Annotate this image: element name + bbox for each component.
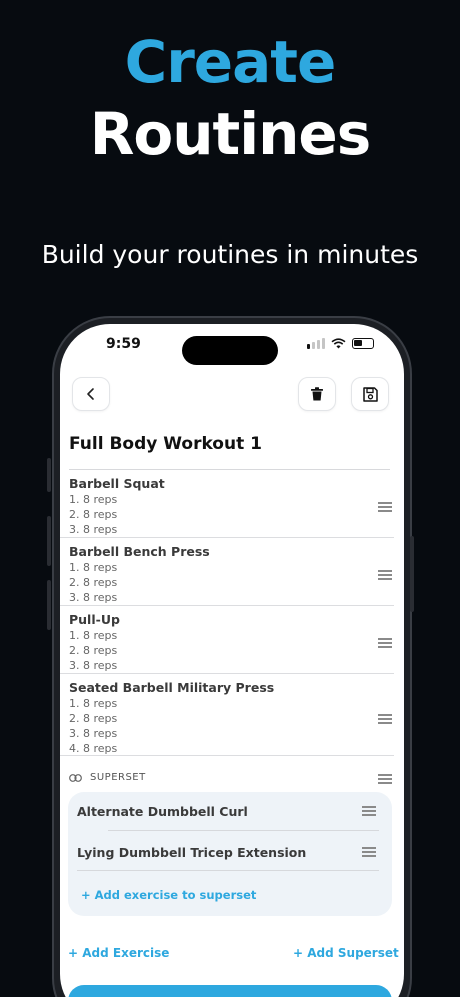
exercise-set: 4. 8 reps [69, 742, 118, 755]
drag-handle-icon[interactable] [378, 570, 392, 582]
exercise-set: 1. 8 reps [69, 697, 118, 710]
drag-handle-icon[interactable] [378, 638, 392, 650]
hero-title-line2: Routines [89, 100, 372, 168]
save-icon [362, 386, 378, 402]
superset-card: Alternate Dumbbell Curl Lying Dumbbell T… [68, 792, 392, 916]
exercise-set: 2. 8 reps [69, 576, 118, 589]
exercise-set: 1. 8 reps [69, 561, 118, 574]
exercise-set: 3. 8 reps [69, 659, 118, 672]
primary-action-button[interactable] [68, 985, 392, 997]
status-time: 9:59 [106, 336, 141, 352]
drag-handle-icon[interactable] [362, 806, 376, 818]
delete-button[interactable] [298, 377, 336, 411]
back-button[interactable] [72, 377, 110, 411]
hero-title-line1: Create [124, 28, 337, 96]
drag-handle-icon[interactable] [362, 847, 376, 859]
exercise-set: 2. 8 reps [69, 712, 118, 725]
phone-power-button [410, 536, 414, 612]
hero-subtitle: Build your routines in minutes [41, 240, 419, 269]
link-icon [69, 773, 82, 782]
battery-icon [352, 338, 374, 349]
exercise-set: 3. 8 reps [69, 523, 118, 536]
exercise-item[interactable]: Seated Barbell Military Press 1. 8 reps … [60, 680, 394, 756]
drag-handle-icon[interactable] [378, 502, 392, 514]
exercise-set: 1. 8 reps [69, 493, 118, 506]
exercise-set: 3. 8 reps [69, 591, 118, 604]
title-divider [69, 469, 390, 470]
wifi-icon [331, 338, 346, 349]
superset-exercise-name[interactable]: Lying Dumbbell Tricep Extension [77, 845, 306, 860]
add-exercise-button[interactable]: + Add Exercise [68, 946, 169, 960]
phone-side-button [47, 580, 51, 630]
exercise-name: Barbell Squat [69, 476, 165, 491]
exercise-set: 1. 8 reps [69, 629, 118, 642]
superset-label-text: SUPERSET [90, 772, 146, 783]
superset-divider [77, 870, 379, 871]
exercise-set: 2. 8 reps [69, 508, 118, 521]
superset-exercise-name[interactable]: Alternate Dumbbell Curl [77, 804, 248, 819]
trash-icon [311, 387, 323, 401]
phone-side-button [47, 458, 51, 492]
dynamic-island [182, 336, 278, 365]
drag-handle-icon[interactable] [378, 714, 392, 726]
exercise-item[interactable]: Pull-Up 1. 8 reps 2. 8 reps 3. 8 reps [60, 612, 394, 674]
signal-icon [307, 338, 325, 349]
status-icons [307, 338, 374, 349]
drag-handle-icon[interactable] [378, 774, 392, 786]
phone-side-button [47, 516, 51, 566]
superset-divider [108, 830, 379, 831]
exercise-item[interactable]: Barbell Bench Press 1. 8 reps 2. 8 reps … [60, 544, 394, 606]
exercise-name: Barbell Bench Press [69, 544, 210, 559]
exercise-set: 2. 8 reps [69, 644, 118, 657]
exercise-item[interactable]: Barbell Squat 1. 8 reps 2. 8 reps 3. 8 r… [60, 476, 394, 538]
add-exercise-to-superset-button[interactable]: + Add exercise to superset [81, 888, 256, 902]
superset-label: SUPERSET [69, 772, 146, 783]
phone-screen: 9:59 Full Body Workout 1 Barbell Squat 1… [60, 324, 404, 997]
chevron-left-icon [87, 388, 94, 400]
save-button[interactable] [351, 377, 389, 411]
exercise-name: Pull-Up [69, 612, 120, 627]
routine-title[interactable]: Full Body Workout 1 [69, 434, 262, 454]
add-superset-button[interactable]: + Add Superset [293, 946, 399, 960]
exercise-name: Seated Barbell Military Press [69, 680, 275, 695]
exercise-set: 3. 8 reps [69, 727, 118, 740]
